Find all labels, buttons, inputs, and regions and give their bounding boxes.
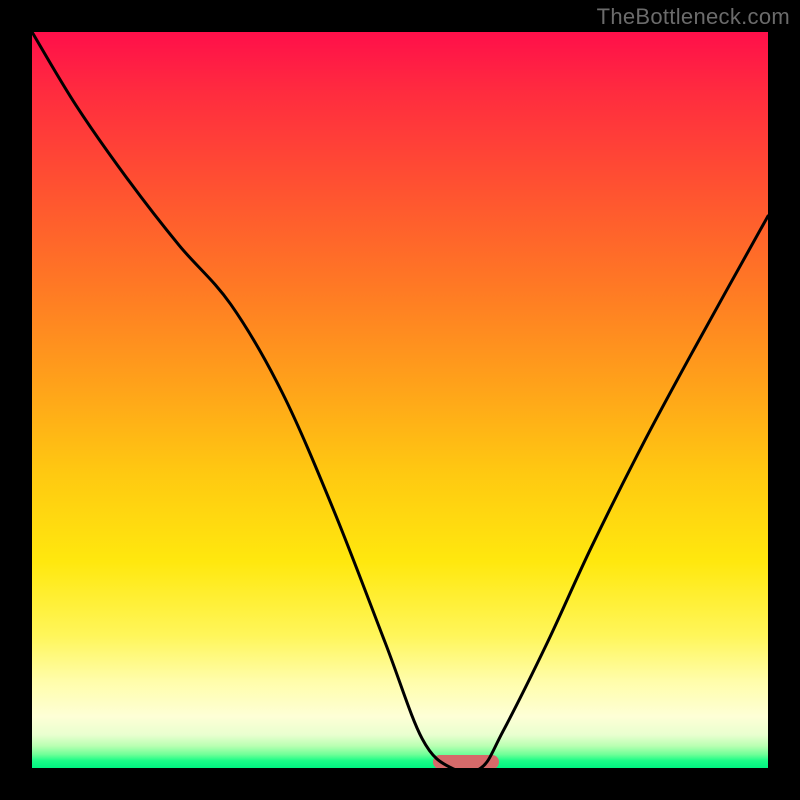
chart-frame: TheBottleneck.com: [0, 0, 800, 800]
watermark-text: TheBottleneck.com: [597, 4, 790, 30]
bottleneck-curve: [32, 32, 768, 768]
plot-area: [32, 32, 768, 768]
